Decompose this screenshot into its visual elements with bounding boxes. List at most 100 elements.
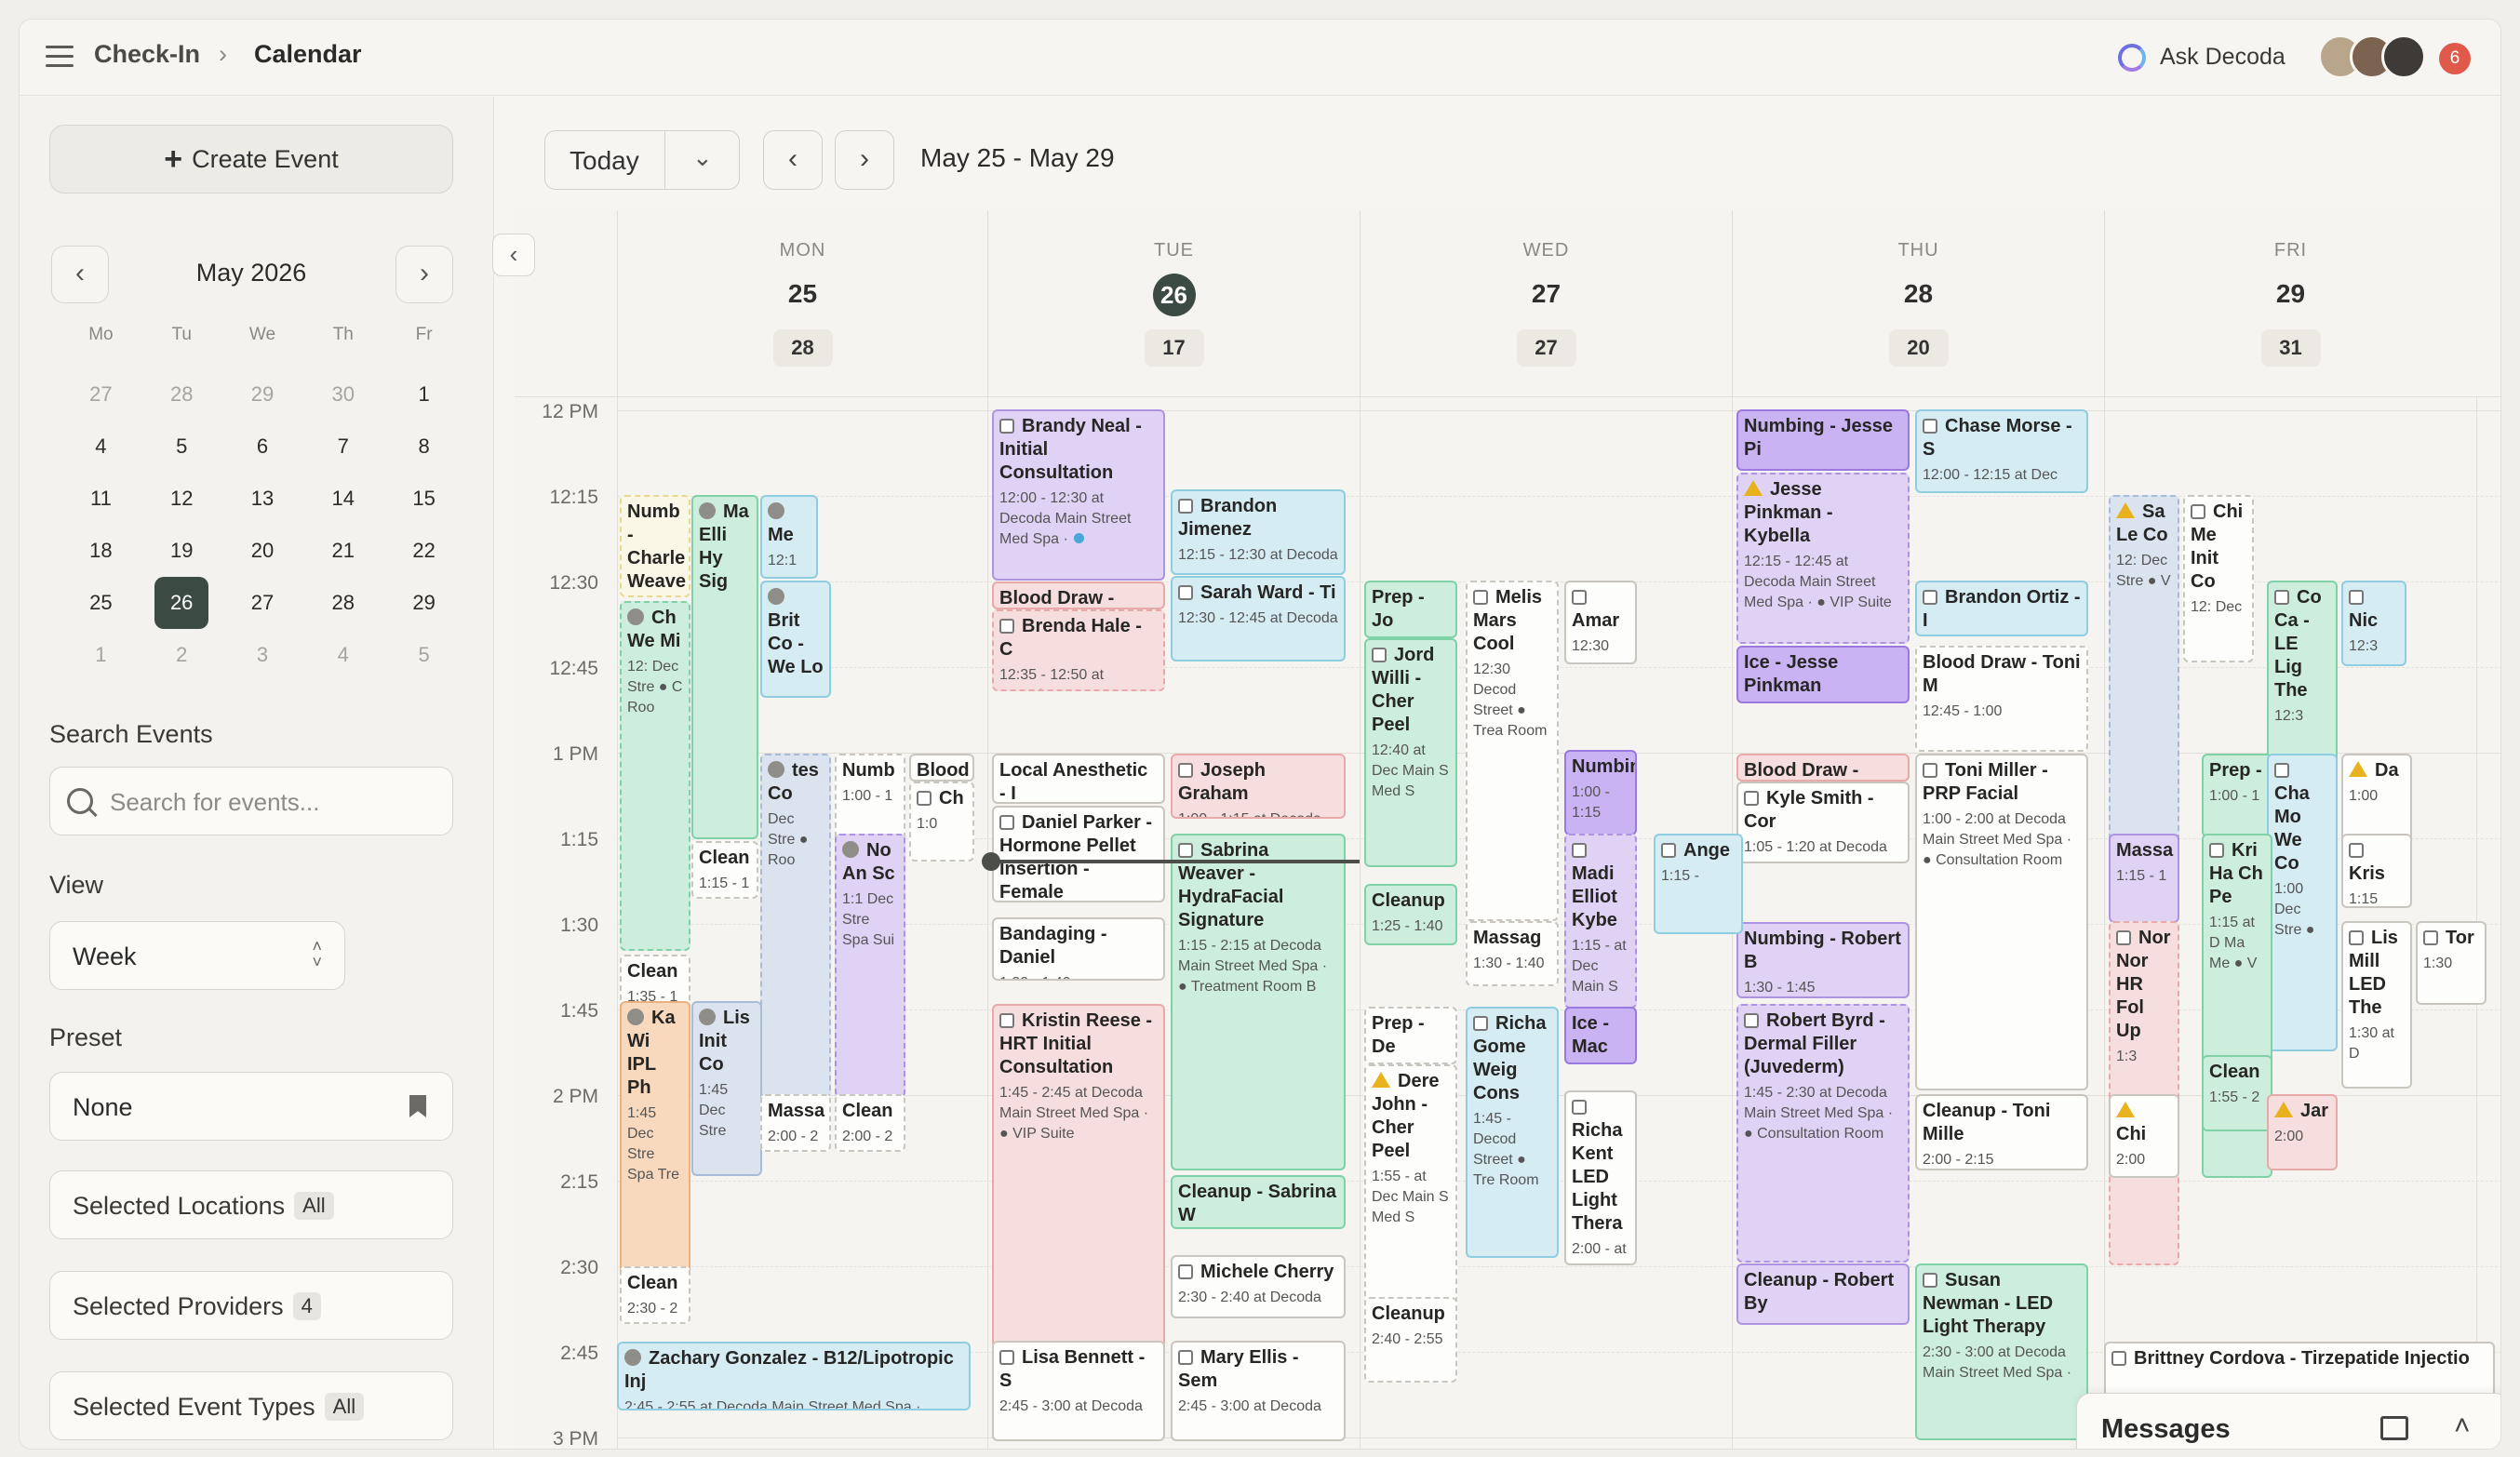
breadcrumb-checkin[interactable]: Check-In [94, 40, 200, 69]
calendar-event[interactable]: Brit Co - We Lo [760, 581, 831, 698]
calendar-event[interactable]: Jesse Pinkman - Kybella 12:15 - 12:45 at … [1736, 473, 1910, 644]
mini-calendar-day[interactable]: 25 [60, 577, 141, 629]
today-button[interactable]: Today [570, 146, 639, 176]
checkbox-icon[interactable] [2349, 930, 2364, 945]
prev-month-button[interactable]: ‹ [51, 246, 109, 303]
calendar-event[interactable]: Sarah Ward - Ti 12:30 - 12:45 at Decoda [1171, 576, 1346, 662]
checkbox-icon[interactable] [1661, 843, 1676, 858]
mini-calendar-day[interactable]: 20 [222, 525, 303, 577]
mini-calendar-day[interactable]: 30 [302, 368, 383, 421]
mini-calendar-day[interactable]: 28 [302, 577, 383, 629]
mini-calendar-day[interactable]: 6 [222, 421, 303, 473]
chevron-up-icon[interactable]: ˄ [2454, 1410, 2471, 1442]
calendar-event[interactable]: Prep - Jo12:30 - 12: [1364, 581, 1457, 638]
checkbox-icon[interactable] [1572, 843, 1587, 858]
calendar-event[interactable]: Nor Nor HR Fol Up 1:3 [2109, 921, 2179, 1265]
calendar-event[interactable]: Clean 2:00 - 2 [835, 1094, 905, 1152]
checkbox-icon[interactable] [1178, 499, 1193, 514]
mini-calendar-day[interactable]: 7 [302, 421, 383, 473]
calendar-event[interactable]: Brittney Cordova - Tirzepatide Injectio [2104, 1342, 2495, 1397]
event-types-filter[interactable]: Selected Event Types All [49, 1371, 453, 1440]
calendar-event[interactable]: Numb - Charle Weave [620, 495, 690, 597]
checkbox-icon[interactable] [1572, 590, 1587, 605]
view-select[interactable]: Week ˄ ˅ [49, 921, 345, 990]
mini-calendar-day[interactable]: 13 [222, 473, 303, 525]
calendar-event[interactable]: Local Anesthetic - I1:00 - 1:10 [992, 754, 1165, 804]
checkbox-icon[interactable] [2423, 930, 2438, 945]
checkbox-icon[interactable] [917, 791, 932, 806]
calendar-event[interactable]: Cleanup - Sabrina W2:15 - 2:25 [1171, 1175, 1346, 1229]
search-input[interactable]: Search for events... [49, 767, 453, 835]
checkbox-icon[interactable] [999, 1350, 1014, 1365]
calendar-event[interactable]: Ice - Jesse Pinkman12:45 - 12:55 [1736, 646, 1910, 703]
calendar-event[interactable]: Ange 1:15 - [1654, 834, 1743, 934]
avatar[interactable] [2381, 34, 2426, 79]
calendar-event[interactable]: Prep - De1:45 - 1:55 [1364, 1007, 1457, 1064]
calendar-event[interactable]: Brandon Jimenez 12:15 - 12:30 at Decoda [1171, 489, 1346, 575]
calendar-event[interactable]: Ice - Mac1:45 - 1:55 [1564, 1007, 1637, 1064]
calendar-event[interactable]: Ch We Mi 12: Dec Stre ● C Roo [620, 601, 690, 951]
mini-calendar-day[interactable]: 3 [222, 629, 303, 681]
checkbox-icon[interactable] [999, 815, 1014, 830]
checkbox-icon[interactable] [1923, 590, 1937, 605]
calendar-event[interactable]: Blood Draw - Brenda [992, 581, 1165, 609]
day-header-thu[interactable]: THU 28 20 [1732, 210, 2104, 396]
checkbox-icon[interactable] [1178, 843, 1193, 858]
calendar-event[interactable]: Blood Draw - Kyle S [1736, 754, 1910, 782]
calendar-event[interactable]: Brandon Ortiz - I12:30 - 12:40 at Dec [1915, 581, 2088, 636]
calendar-event[interactable]: Clean 1:15 - 1 [691, 841, 758, 899]
calendar-event[interactable]: Me 12:1 [760, 495, 818, 579]
checkbox-icon[interactable] [999, 419, 1014, 434]
checkbox-icon[interactable] [2191, 504, 2205, 519]
create-event-button[interactable]: + Create Event [49, 125, 453, 194]
chevron-down-icon[interactable]: ⌄ [692, 143, 713, 172]
calendar-event[interactable]: Joseph Graham1:00 - 1:15 at Decoda [1171, 754, 1346, 819]
calendar-event[interactable]: Melis Mars Cool 12:30 Decod Street ● Trea… [1466, 581, 1559, 921]
calendar-event[interactable]: tes Co Dec Stre ● Roo [760, 754, 831, 1098]
calendar-event[interactable]: Lis Mill LED The 1:30 at D [2341, 921, 2412, 1089]
checkbox-icon[interactable] [1372, 648, 1387, 662]
checkbox-icon[interactable] [999, 1013, 1014, 1028]
calendar-event[interactable]: Bandaging - Daniel 1:30 - 1:40 [992, 917, 1165, 981]
messages-panel[interactable]: Messages ˄ [2076, 1393, 2500, 1449]
calendar-event[interactable]: Cleanup - Robert By 2:30 - 2:40 [1736, 1263, 1910, 1325]
mini-calendar-day[interactable]: 21 [302, 525, 383, 577]
mini-calendar-day[interactable]: 1 [383, 368, 464, 421]
mini-calendar-day[interactable]: 19 [141, 525, 222, 577]
calendar-event[interactable]: Zachary Gonzalez - B12/Lipotropic Inj 2:4… [617, 1342, 971, 1410]
calendar-event[interactable]: Massag 1:30 - 1:40 [1466, 921, 1559, 986]
mini-calendar-day[interactable]: 18 [60, 525, 141, 577]
checkbox-icon[interactable] [1572, 1100, 1587, 1115]
calendar-event[interactable]: Numbing - Robert B 1:30 - 1:45 [1736, 922, 1910, 998]
calendar-event[interactable]: Nic 12:3 [2341, 581, 2406, 666]
mini-calendar-day[interactable]: 4 [302, 629, 383, 681]
day-header-wed[interactable]: WED 27 27 [1360, 210, 1732, 396]
checkbox-icon[interactable] [2349, 590, 2364, 605]
preset-select[interactable]: None [49, 1072, 453, 1141]
calendar-event[interactable]: Daniel Parker - Hormone Pellet Insertion… [992, 806, 1165, 902]
mini-calendar-day[interactable]: 27 [60, 368, 141, 421]
checkbox-icon[interactable] [1744, 791, 1759, 806]
checkbox-icon[interactable] [1473, 1016, 1488, 1031]
calendar-event[interactable]: Massa 1:15 - 1 [2109, 834, 2179, 923]
day-header-mon[interactable]: MON 25 28 [617, 210, 987, 396]
checkbox-icon[interactable] [2274, 590, 2289, 605]
calendar-event[interactable]: Madi Elliot Kybe 1:15 - at Dec Main S [1564, 834, 1637, 1009]
calendar-event[interactable]: Prep - 1:00 - 1 [2202, 754, 2272, 837]
calendar-event[interactable]: Numbing 1:00 - 1:15 [1564, 750, 1637, 835]
calendar-event[interactable]: Ma Elli Hy Sig [691, 495, 758, 839]
calendar-event[interactable]: Chi Me Init Co 12: Dec [2183, 495, 2254, 662]
calendar-event[interactable]: Kris 1:15 [2341, 834, 2412, 908]
locations-filter[interactable]: Selected Locations All [49, 1170, 453, 1239]
checkbox-icon[interactable] [1744, 1013, 1759, 1028]
calendar-event[interactable]: Da 1:00 [2341, 754, 2412, 847]
calendar-event[interactable]: Massa 2:00 - 2 [760, 1094, 831, 1152]
calendar-event[interactable]: Brandy Neal - Initial Consultation 12:00 … [992, 409, 1165, 581]
notification-badge[interactable]: 6 [2439, 43, 2471, 74]
day-header-fri[interactable]: FRI 29 31 [2104, 210, 2476, 396]
calendar-event[interactable]: Clean 2:30 - 2 [620, 1266, 690, 1324]
calendar-event[interactable]: Jar 2:00 [2267, 1094, 2338, 1170]
calendar-event[interactable]: Chi 2:00 [2109, 1094, 2179, 1178]
checkbox-icon[interactable] [1178, 585, 1193, 600]
mini-calendar-day[interactable]: 4 [60, 421, 141, 473]
